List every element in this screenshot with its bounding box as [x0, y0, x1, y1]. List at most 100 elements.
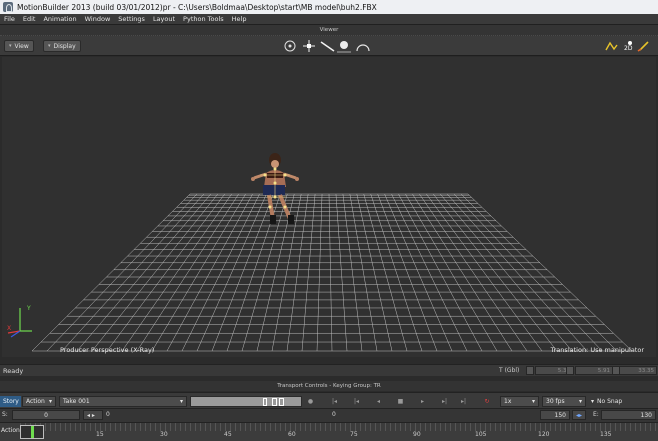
stop-frame-stepper[interactable]: ◂▸: [572, 410, 586, 420]
end-label: E:: [593, 411, 599, 418]
viewer-toolbar: ▾ View ▾ Display 2D: [0, 36, 658, 56]
chevron-down-icon: ▾: [48, 43, 51, 49]
manipulator-toolbar: [284, 40, 370, 53]
menu-file[interactable]: File: [4, 15, 15, 23]
manipulator-status-label: Translation: Use manipulator: [550, 346, 644, 354]
time-display-bar[interactable]: [190, 396, 302, 407]
timeline-tick-label: 105: [475, 431, 487, 438]
grid-floor: [31, 193, 633, 352]
chevron-down-icon: ▾: [591, 398, 595, 405]
loop-icon[interactable]: ↻: [480, 397, 494, 406]
chevron-down-icon: ▾: [578, 398, 582, 405]
transform-arc-icon[interactable]: [356, 44, 370, 52]
chevron-down-icon: ▾: [179, 398, 183, 405]
timeline-mode-label: Action: [1, 427, 20, 434]
timeline-tick-marks: [20, 423, 658, 431]
playhead-marker-icon: [31, 426, 34, 438]
speed-label: 1x: [504, 398, 512, 405]
character-model[interactable]: [251, 153, 299, 224]
timeline-tick-label: 90: [413, 431, 421, 438]
mid-frame-value: 0: [332, 411, 336, 418]
rotate-tool-icon[interactable]: [320, 41, 335, 52]
play-reverse-icon[interactable]: ◂: [374, 397, 383, 406]
menu-window[interactable]: Window: [85, 15, 111, 23]
record-icon[interactable]: ●: [306, 397, 315, 406]
timeline-tick-label: 75: [350, 431, 358, 438]
goto-start-icon[interactable]: |◂: [330, 397, 339, 406]
coord-y-field[interactable]: 5.91: [575, 366, 613, 375]
coord-y-lock-button[interactable]: [566, 366, 574, 375]
timeline-tick-label: 60: [288, 431, 296, 438]
end-frame-field[interactable]: 130: [601, 410, 656, 420]
pencil-tool-icon[interactable]: [637, 41, 649, 52]
fps-label: 30 fps: [546, 398, 565, 405]
coord-x-lock-button[interactable]: [526, 366, 534, 375]
fps-dropdown[interactable]: 30 fps ▾: [542, 396, 586, 407]
frame-marker-icon: [279, 398, 284, 406]
timeline-tick-label: 120: [538, 431, 550, 438]
viewer-right-tools: 2D: [605, 41, 649, 52]
axis-x-label: X: [7, 325, 11, 332]
timeline-tick-label: 45: [224, 431, 232, 438]
timeline-tick-label: 15: [96, 431, 104, 438]
next-key-icon[interactable]: ▸|: [440, 397, 449, 406]
window-title: MotionBuilder 2013 (build 03/01/2012)pr …: [17, 2, 377, 12]
range-bar: S: 0 ◂ ▸ 0 0 150 ◂▸ E: 130: [0, 409, 658, 422]
take-dropdown[interactable]: Take 001 ▾: [59, 396, 187, 407]
viewport-canvas: Y X: [7, 153, 633, 352]
translate-tool-icon[interactable]: [303, 40, 315, 52]
timeline-tick-label: 30: [160, 431, 168, 438]
transport-panel-title: Transport Controls - Keying Group: TR: [0, 381, 658, 391]
chevron-down-icon: ▾: [48, 398, 52, 405]
action-mode-dropdown[interactable]: Action ▾: [22, 396, 56, 407]
transport-controls: Story Action ▾ Take 001 ▾ ● |◂ |◂ ◂ ■ ▸ …: [0, 392, 658, 409]
current-frame-stepper[interactable]: ◂ ▸: [83, 410, 103, 420]
3d-viewport[interactable]: Y X Producer Perspective (X-Ray) Transla…: [2, 57, 656, 357]
timeline-playhead[interactable]: [20, 425, 44, 439]
motionbuilder-app-icon: [3, 2, 13, 12]
view-dropdown-button[interactable]: ▾ View: [4, 40, 34, 52]
menu-edit[interactable]: Edit: [23, 15, 36, 23]
goto-end-icon[interactable]: ▸|: [459, 397, 468, 406]
snap-label: No Snap: [597, 398, 623, 405]
snap-dropdown[interactable]: ▾ No Snap: [588, 396, 656, 407]
start-frame-field[interactable]: 0: [12, 410, 80, 420]
chevron-down-icon: ▾: [531, 398, 535, 405]
stop-frame-field[interactable]: 150: [540, 410, 570, 420]
menu-layout[interactable]: Layout: [153, 15, 175, 23]
action-mode-label: Action: [26, 398, 45, 405]
coord-mode-label: T (Gbl): [499, 367, 520, 374]
menu-python-tools[interactable]: Python Tools: [183, 15, 224, 23]
display-button-label: Display: [53, 42, 76, 50]
menu-help[interactable]: Help: [232, 15, 247, 23]
camera-label: Producer Perspective (X-Ray): [60, 346, 155, 354]
timeline-ruler[interactable]: Action 15 30 45 60 75 90 105 120 135: [0, 422, 658, 441]
menu-settings[interactable]: Settings: [118, 15, 145, 23]
stop-icon[interactable]: ■: [396, 397, 405, 406]
status-bar: Ready T (Gbl) 5.33 5.91 33.35: [0, 364, 658, 376]
view-button-label: View: [14, 42, 29, 50]
scale-tool-icon[interactable]: [337, 41, 351, 53]
axis-gizmo-icon: [7, 308, 32, 338]
take-label: Take 001: [63, 398, 90, 405]
menu-animation[interactable]: Animation: [43, 15, 76, 23]
speed-dropdown[interactable]: 1x ▾: [500, 396, 539, 407]
chevron-down-icon: ▾: [9, 43, 12, 49]
frame-marker-icon: [263, 398, 267, 406]
prev-key-icon[interactable]: |◂: [352, 397, 361, 406]
axis-y-label: Y: [26, 305, 31, 312]
current-frame-value: 0: [106, 411, 110, 418]
select-tool-icon[interactable]: [284, 40, 296, 52]
play-icon[interactable]: ▸: [418, 397, 427, 406]
mode-2d-label[interactable]: 2D: [624, 45, 633, 52]
timeline-tick-label: 135: [600, 431, 612, 438]
coord-z-field[interactable]: 33.35: [619, 366, 657, 375]
menu-bar: File Edit Animation Window Settings Layo…: [0, 14, 658, 25]
window-titlebar: MotionBuilder 2013 (build 03/01/2012)pr …: [0, 0, 658, 14]
mode-2d-dot-icon: [628, 41, 632, 45]
start-label: S:: [2, 411, 8, 418]
curve-tool-icon[interactable]: [605, 41, 618, 51]
display-dropdown-button[interactable]: ▾ Display: [43, 40, 81, 52]
status-text: Ready: [3, 366, 24, 375]
story-button[interactable]: Story: [0, 396, 21, 407]
